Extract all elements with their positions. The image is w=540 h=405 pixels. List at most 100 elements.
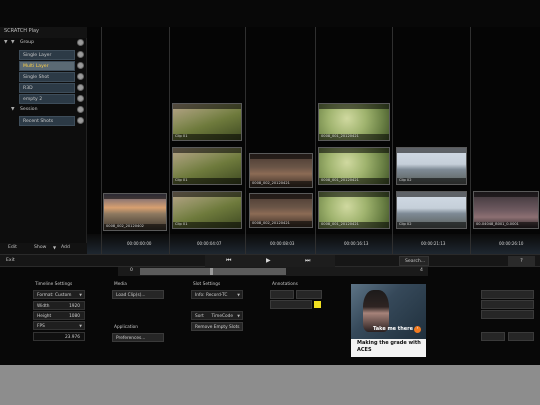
item-toggle-dot[interactable]	[77, 51, 84, 58]
expand-arrow-icon: ▼	[11, 40, 15, 45]
slot-settings-heading: Slot Settings	[193, 282, 221, 287]
clip-thumbnail[interactable]: 0008_002_20120421	[249, 153, 313, 188]
scratch-play-window: SCRATCH Play ▼ ▼ Group Single Layer Mult…	[0, 0, 540, 365]
group-item-single-shot[interactable]: Single Shot	[0, 72, 87, 82]
edit-button[interactable]: Edit	[8, 245, 17, 250]
clip-thumbnail[interactable]: 0008_001_20120421	[318, 191, 390, 229]
collapse-triangle-icon[interactable]: ▼	[4, 40, 8, 45]
clip-label: Clip 02	[399, 222, 412, 226]
width-field[interactable]: Width 1920	[33, 301, 85, 310]
disabled-field	[508, 332, 534, 341]
group-item-r3d[interactable]: R3D	[0, 83, 87, 93]
clip-label: Clip 01	[175, 222, 188, 226]
clip-thumbnail[interactable]: Clip 02	[396, 191, 467, 229]
item-toggle-dot[interactable]	[77, 117, 84, 124]
format-value: Format: Custom	[37, 293, 72, 298]
play-icon[interactable]: ▶	[266, 257, 271, 264]
transport-bar: Exit ⏮ ▶ ⏭ Search... ?	[0, 254, 540, 268]
show-dropdown-icon[interactable]: ▼	[53, 245, 56, 250]
group-label: Session	[20, 107, 38, 112]
group-toolbar: Edit Show ▼ Add	[0, 243, 87, 254]
slot-divider	[470, 27, 471, 254]
clip-label: 0008_002_20120421	[252, 181, 290, 185]
info-value: Info: Record-TC	[195, 293, 228, 298]
group-item-single-layer[interactable]: Single Layer	[0, 50, 87, 60]
preferences-button[interactable]: Preferences...	[112, 333, 164, 342]
scrub-handle[interactable]	[210, 268, 213, 275]
clip-thumbnail[interactable]: 00-04048_B001_0-0001	[473, 191, 539, 229]
annotation-field	[296, 290, 322, 299]
item-toggle-dot[interactable]	[77, 62, 84, 69]
item-toggle-dot[interactable]	[77, 95, 84, 102]
clip-label: Clip 01	[175, 134, 188, 138]
clip-thumbnail[interactable]: 0008_001_20120421	[318, 147, 390, 185]
group-header-group[interactable]: ▼ ▼ Group	[0, 38, 87, 48]
annotation-field	[270, 290, 294, 299]
item-label: Multi Layer	[23, 64, 49, 69]
promo-link[interactable]: Take me there	[373, 326, 413, 332]
promo-banner[interactable]: Take me there › Making the grade with AC…	[351, 284, 426, 357]
annotation-color-swatch[interactable]	[314, 301, 321, 308]
group-toggle-dot[interactable]	[77, 106, 84, 113]
group-item-multi-layer[interactable]: Multi Layer	[0, 61, 87, 71]
exit-button[interactable]: Exit	[6, 258, 15, 263]
fps-field[interactable]: 23.976	[33, 332, 85, 341]
application-heading: Application	[114, 325, 139, 330]
timeline-settings-heading: Timeline Settings	[35, 282, 73, 287]
item-label: empty 2	[23, 97, 43, 102]
scrub-end: 4	[420, 268, 423, 273]
remove-empty-slots-button[interactable]: Remove Empty Slots	[191, 322, 243, 331]
sort-label: Sort	[195, 314, 204, 319]
promo-caption: Making the grade with ACES	[351, 339, 426, 357]
info-dropdown[interactable]: Info: Record-TC	[191, 290, 243, 299]
height-field[interactable]: Height 1080	[33, 311, 85, 320]
item-label: Single Layer	[23, 53, 52, 58]
search-button[interactable]: Search...	[399, 256, 429, 266]
clip-thumbnail[interactable]: Clip 02	[396, 147, 467, 185]
clip-label: 0008_001_20120421	[321, 222, 359, 226]
slot-divider	[245, 27, 246, 254]
format-dropdown[interactable]: Format: Custom	[33, 290, 85, 299]
item-toggle-dot[interactable]	[77, 73, 84, 80]
clip-thumbnail[interactable]: Clip 01	[172, 191, 242, 229]
add-button[interactable]: Add	[61, 245, 70, 250]
item-label: R3D	[23, 86, 33, 91]
timecode-label: 00:00:16:13	[344, 241, 369, 246]
group-item-recent-shots[interactable]: Recent Shots	[0, 116, 87, 126]
arrow-right-icon: ›	[414, 326, 421, 333]
disabled-field	[481, 310, 534, 319]
timecode-label: 00:00:21:13	[421, 241, 446, 246]
clip-label: 0008_002_20120402	[106, 224, 144, 228]
clip-thumbnail[interactable]: 0008_001_20120421	[318, 103, 390, 141]
clip-thumbnail[interactable]: 0008_002_20120402	[103, 193, 167, 231]
height-value: 1080	[69, 314, 80, 319]
disabled-field	[481, 332, 505, 341]
fps-label: FPS	[37, 324, 45, 329]
group-toggle-dot[interactable]	[77, 39, 84, 46]
item-toggle-dot[interactable]	[77, 84, 84, 91]
timecode-strip	[87, 234, 540, 254]
show-button[interactable]: Show	[34, 245, 46, 250]
disabled-field	[481, 300, 534, 309]
help-button[interactable]: ?	[508, 256, 535, 266]
sort-dropdown[interactable]: Sort TimeCode	[191, 311, 243, 320]
group-header-session[interactable]: ▼ Session	[0, 105, 87, 115]
expand-arrow-icon[interactable]: ▼	[11, 107, 15, 112]
height-label: Height	[37, 314, 52, 319]
skip-forward-icon[interactable]: ⏭	[305, 257, 310, 265]
clip-thumbnail[interactable]: Clip 01	[172, 147, 242, 185]
timecode-label: 00:00:04:07	[197, 241, 222, 246]
clip-thumbnail[interactable]: Clip 01	[172, 103, 242, 141]
scrub-track[interactable]	[140, 268, 286, 275]
desktop-background	[0, 365, 540, 405]
group-label: Group	[20, 40, 34, 45]
skip-back-icon[interactable]: ⏮	[226, 257, 231, 265]
group-item-empty-2[interactable]: empty 2	[0, 94, 87, 104]
fps-dropdown[interactable]: FPS	[33, 321, 85, 330]
clip-thumbnail[interactable]: 0008_002_20120421	[249, 193, 313, 228]
clip-label: Clip 02	[399, 178, 412, 182]
scrub-bar[interactable]: 0 4	[118, 267, 428, 276]
fps-value: 23.976	[64, 335, 80, 340]
width-label: Width	[37, 304, 50, 309]
load-clips-button[interactable]: Load Clip(s)...	[112, 290, 164, 299]
